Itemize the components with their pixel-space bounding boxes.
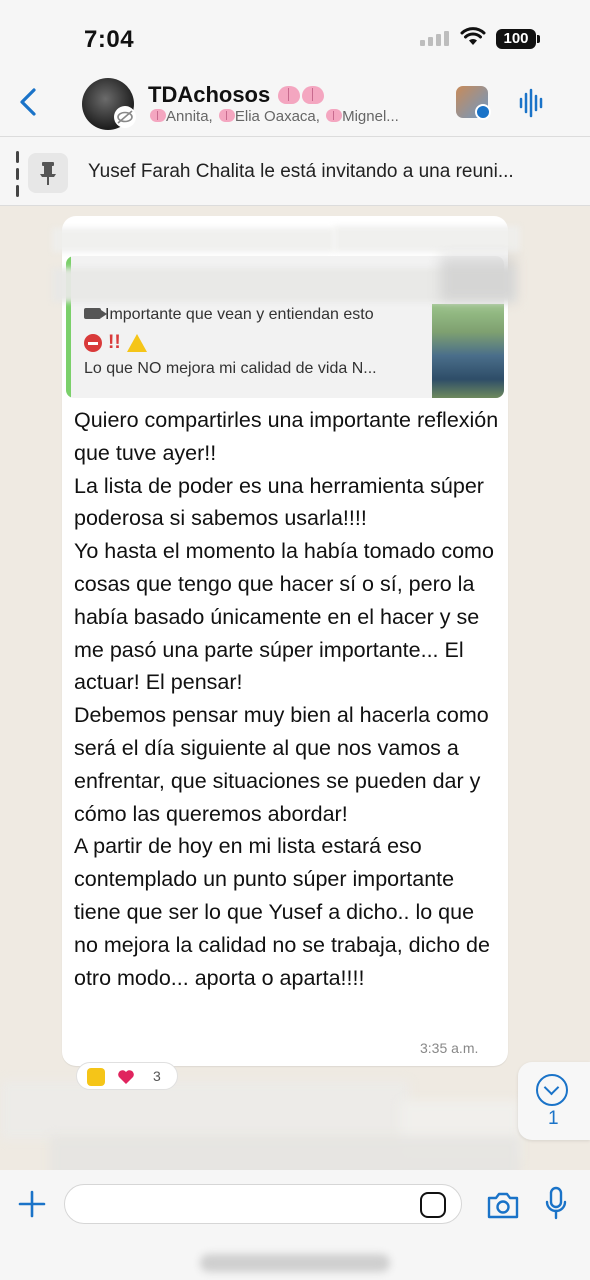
message-reactions[interactable]: 3 bbox=[76, 1062, 178, 1090]
warning-emoji-icon bbox=[126, 334, 147, 352]
home-indicator bbox=[200, 1254, 390, 1272]
group-members: Annita, Elia Oaxaca, Mignel... bbox=[148, 108, 399, 125]
chat-header: TDAchosos Annita, Elia Oaxaca, Mignel... bbox=[0, 70, 590, 136]
wifi-icon bbox=[460, 27, 486, 45]
group-title[interactable]: TDAchosos bbox=[148, 82, 325, 108]
status-bar: 7:04 100 bbox=[0, 0, 590, 70]
quoted-video-thumbnail bbox=[432, 304, 504, 398]
plus-icon[interactable] bbox=[16, 1188, 48, 1220]
pinned-text: Yusef Farah Chalita le está invitando a … bbox=[88, 161, 514, 182]
video-camera-icon bbox=[84, 308, 107, 319]
scroll-to-bottom-button[interactable]: 1 bbox=[518, 1062, 590, 1140]
quoted-text-line: Lo que NO mejora mi calidad de vida N... bbox=[84, 360, 377, 377]
message-composer bbox=[0, 1170, 590, 1280]
thumbs-up-emoji-icon bbox=[87, 1068, 105, 1086]
unread-count: 1 bbox=[548, 1108, 559, 1129]
double-exclamation: !! bbox=[108, 332, 121, 353]
reaction-count: 3 bbox=[153, 1068, 161, 1084]
brain-emoji-icon bbox=[326, 109, 343, 122]
signal-icon bbox=[420, 31, 449, 46]
member-name: Elia Oaxaca, bbox=[234, 108, 320, 125]
verified-badge-icon bbox=[475, 104, 491, 120]
brain-emoji-icon bbox=[278, 86, 301, 104]
pin-icon bbox=[28, 153, 68, 193]
pinned-message-banner[interactable]: Yusef Farah Chalita le está invitando a … bbox=[0, 136, 590, 206]
battery-indicator: 100 bbox=[496, 29, 540, 49]
member-name: Mignel... bbox=[342, 108, 399, 125]
blurred-area bbox=[0, 1080, 410, 1140]
blurred-area bbox=[440, 256, 516, 302]
message-input[interactable] bbox=[64, 1184, 462, 1224]
brain-emoji-icon bbox=[302, 86, 325, 104]
status-time: 7:04 bbox=[84, 26, 135, 53]
blurred-sender bbox=[52, 228, 334, 252]
audio-wave-icon[interactable] bbox=[518, 88, 546, 118]
chevron-down-icon bbox=[536, 1074, 568, 1106]
microphone-icon[interactable] bbox=[544, 1186, 568, 1222]
back-button[interactable] bbox=[14, 84, 44, 120]
message-text: Quiero compartirles una importante refle… bbox=[74, 408, 499, 990]
no-entry-emoji-icon bbox=[84, 334, 102, 352]
quoted-title: Importante que vean y entiendan esto bbox=[105, 306, 374, 323]
group-name: TDAchosos bbox=[148, 82, 271, 107]
member-name: Annita, bbox=[166, 108, 213, 125]
quoted-text-line: Importante que vean y entiendan esto bbox=[84, 306, 374, 324]
sticker-icon[interactable] bbox=[420, 1192, 446, 1218]
blurred-area bbox=[334, 226, 520, 252]
pinned-indicator bbox=[16, 151, 19, 197]
heart-emoji-icon bbox=[118, 1070, 134, 1084]
eye-off-icon bbox=[114, 106, 136, 128]
message-timestamp: 3:35 a.m. bbox=[420, 1040, 479, 1056]
camera-icon[interactable] bbox=[486, 1190, 520, 1220]
brain-emoji-icon bbox=[150, 109, 166, 122]
quoted-emoji-row: !! bbox=[84, 332, 147, 354]
brain-emoji-icon bbox=[218, 109, 235, 122]
